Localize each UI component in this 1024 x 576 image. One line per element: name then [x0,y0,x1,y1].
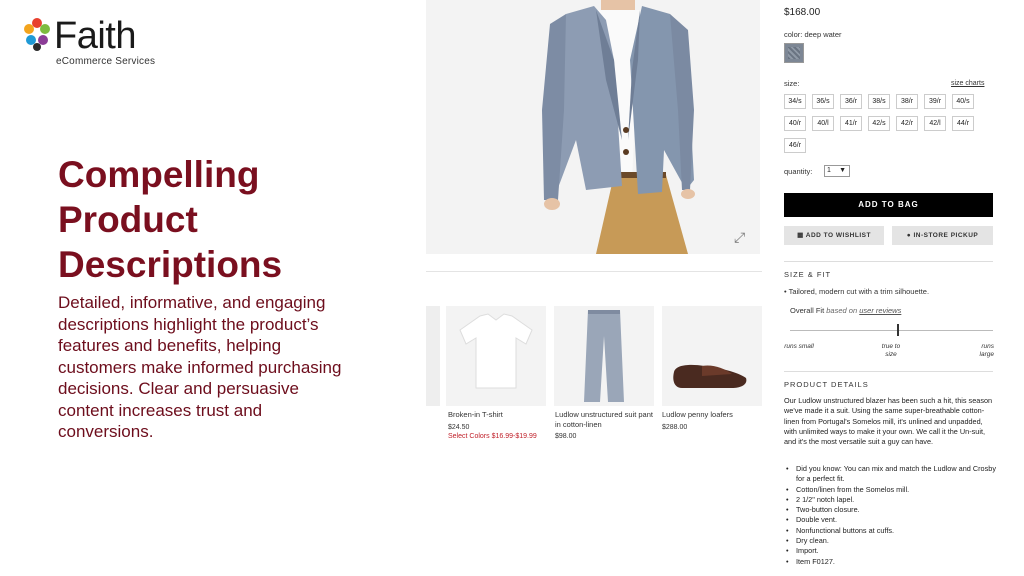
product-details-title: PRODUCT DETAILS [784,380,869,389]
size-option[interactable]: 39/r [924,94,946,109]
loafer-illustration [662,306,762,406]
tshirt-illustration [446,306,546,406]
blazer-illustration [426,0,760,254]
reco-name-pant[interactable]: Ludlow unstructured suit pant in cotton-… [555,410,655,430]
wishlist-icon: ▦ [797,232,806,239]
list-item: Double vent. [784,515,996,526]
size-option[interactable]: 44/r [952,116,974,131]
divider [784,261,993,262]
list-item: 2 1/2" notch lapel. [784,495,996,506]
size-label: size: [784,79,800,88]
size-option[interactable]: 46/r [784,138,806,153]
size-option[interactable]: 42/s [868,116,890,131]
overall-fit-label: Overall Fit [790,306,825,315]
product-price: $168.00 [784,7,821,18]
quantity-value: 1 [827,167,831,174]
recommendation-partial-image [426,306,440,406]
product-details-list: Did you know: You can mix and match the … [784,464,996,567]
size-charts-link[interactable]: size charts [951,80,984,87]
in-store-pickup-label: IN-STORE PICKUP [913,232,979,239]
fit-scale [790,330,993,331]
list-item: Nonfunctional buttons at cuffs. [784,526,996,537]
quantity-select[interactable]: 1 ▼ [824,165,850,177]
pant-illustration [554,306,654,406]
reco-image-tshirt[interactable] [446,306,546,406]
list-item: Item F0127. [784,557,996,568]
fit-label-large: runs large [979,343,994,358]
add-to-wishlist-button[interactable]: ▦ ADD TO WISHLIST [784,226,884,245]
brand-name: Faith [54,15,136,57]
fit-label-small: runs small [784,343,814,350]
list-item: Two-button closure. [784,505,996,516]
color-value: deep water [804,30,842,39]
size-option[interactable]: 36/r [840,94,862,109]
list-item: Cotton/linen from the Somelos mill. [784,485,996,496]
reco-image-pant[interactable] [554,306,654,406]
divider [426,271,762,272]
size-option[interactable]: 42/l [924,116,946,131]
list-item: Did you know: You can mix and match the … [784,464,996,485]
expand-icon[interactable]: ⤢ [734,230,748,244]
size-option[interactable]: 40/l [812,116,834,131]
in-store-pickup-button[interactable]: ● IN-STORE PICKUP [892,226,993,245]
fit-label-true: true to size [881,343,901,358]
color-swatch-deep-water[interactable] [784,43,804,63]
quantity-label: quantity: [784,167,813,176]
fit-note: • Tailored, modern cut with a trim silho… [784,287,930,296]
color-row: color: deep water [784,30,842,39]
size-option[interactable]: 40/s [952,94,974,109]
product-hero-image: ⤢ [426,0,760,254]
reco-sale-tshirt: Select Colors $16.99-$19.99 [448,433,537,440]
size-option[interactable]: 38/s [868,94,890,109]
chevron-down-icon: ▼ [839,167,846,174]
size-option[interactable]: 36/s [812,94,834,109]
list-item: Import. [784,546,996,557]
slide-headline: Compelling Product Descriptions [58,154,283,285]
size-option[interactable]: 38/r [896,94,918,109]
size-option[interactable]: 41/r [840,116,862,131]
based-on-label: based on [826,306,858,315]
size-option[interactable]: 40/r [784,116,806,131]
reco-name-tshirt[interactable]: Broken-in T-shirt [448,410,548,420]
color-label: color: [784,30,803,39]
product-details-text: Our Ludlow unstructured blazer has been … [784,396,993,447]
fit-note-text: Tailored, modern cut with a trim silhoue… [788,287,930,296]
fit-indicator [897,324,899,336]
reco-name-loafers[interactable]: Ludlow penny loafers [662,410,762,420]
divider [784,371,993,372]
reco-price-loafers: $288.00 [662,424,688,431]
slide-body: Detailed, informative, and engaging desc… [58,293,342,441]
list-item: Dry clean. [784,536,996,547]
reco-price-tshirt: $24.50 [448,424,470,431]
user-reviews-link[interactable]: user reviews [859,306,901,315]
brand-tagline: eCommerce Services [56,56,156,67]
size-option[interactable]: 34/s [784,94,806,109]
overall-fit-row: Overall Fit based on user reviews [790,306,901,315]
add-to-wishlist-label: ADD TO WISHLIST [805,232,871,239]
reco-price-pant: $98.00 [555,433,577,440]
size-fit-title: SIZE & FIT [784,270,832,279]
add-to-bag-button[interactable]: ADD TO BAG [784,193,993,217]
flower-logo-icon [24,18,50,51]
size-option[interactable]: 42/r [896,116,918,131]
reco-image-loafers[interactable] [662,306,762,406]
brand-logo: Faith eCommerce Services [22,14,182,72]
